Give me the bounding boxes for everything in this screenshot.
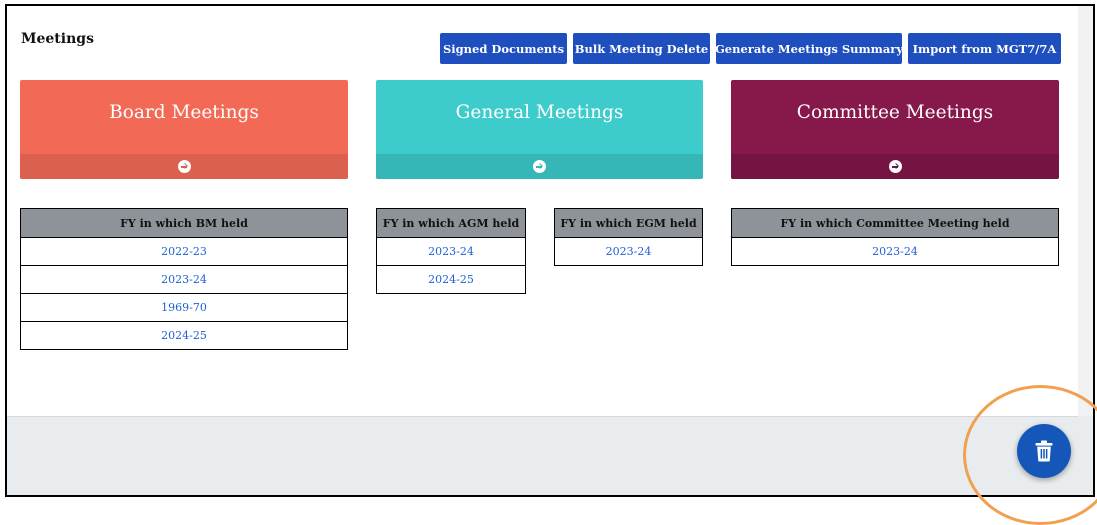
arrow-right-circle-icon [533, 160, 546, 173]
arrow-right-circle-icon [888, 160, 902, 173]
table-row: 2023-24 [554, 237, 703, 266]
trash-icon [1035, 440, 1053, 462]
table-row: 2024-25 [376, 265, 526, 294]
board-meetings-footer[interactable] [20, 154, 348, 179]
bm-fy-link[interactable]: 1969-70 [20, 293, 348, 322]
agm-fy-link[interactable]: 2024-25 [376, 265, 526, 294]
table-row: 1969-70 [20, 293, 348, 322]
import-from-mgt7-button[interactable]: Import from MGT7/7A [908, 33, 1061, 64]
bm-fy-link[interactable]: 2023-24 [20, 265, 348, 294]
signed-documents-button[interactable]: Signed Documents [440, 33, 567, 64]
bulk-meeting-delete-button[interactable]: Bulk Meeting Delete [573, 33, 710, 64]
app-frame: Meetings Signed Documents Bulk Meeting D… [5, 4, 1095, 497]
scrollbar[interactable] [1078, 6, 1093, 416]
table-row: 2022-23 [20, 237, 348, 266]
agm-fy-link[interactable]: 2023-24 [376, 237, 526, 266]
arrow-right-circle-icon [177, 160, 191, 173]
egm-fy-table: FY in which EGM held 2023-24 [554, 208, 703, 266]
general-meetings-footer[interactable] [376, 154, 703, 179]
egm-table-header: FY in which EGM held [554, 208, 703, 238]
committee-table-header: FY in which Committee Meeting held [731, 208, 1059, 238]
agm-table-header: FY in which AGM held [376, 208, 526, 238]
meetings-panel: Meetings Signed Documents Bulk Meeting D… [7, 6, 1078, 417]
table-row: 2023-24 [376, 237, 526, 266]
committee-meetings-tile[interactable]: Committee Meetings [731, 80, 1059, 179]
general-meetings-title: General Meetings [455, 102, 624, 123]
committee-meetings-title: Committee Meetings [796, 102, 994, 123]
board-meetings-title: Board Meetings [109, 102, 259, 123]
bm-fy-link[interactable]: 2024-25 [20, 321, 348, 350]
table-row: 2023-24 [731, 237, 1059, 266]
page-title: Meetings [21, 31, 94, 47]
egm-fy-link[interactable]: 2023-24 [554, 237, 703, 266]
board-meetings-tile[interactable]: Board Meetings [20, 80, 348, 179]
table-row: 2024-25 [20, 321, 348, 350]
general-meetings-tile[interactable]: General Meetings [376, 80, 703, 179]
bm-fy-link[interactable]: 2022-23 [20, 237, 348, 266]
committee-meetings-footer[interactable] [731, 154, 1059, 179]
bm-table-header: FY in which BM held [20, 208, 348, 238]
bm-fy-table: FY in which BM held 2022-23 2023-24 1969… [20, 208, 348, 350]
committee-fy-link[interactable]: 2023-24 [731, 237, 1059, 266]
delete-fab-button[interactable] [1017, 424, 1071, 478]
committee-fy-table: FY in which Committee Meeting held 2023-… [731, 208, 1059, 266]
generate-meetings-summary-button[interactable]: Generate Meetings Summary [715, 33, 903, 64]
agm-fy-table: FY in which AGM held 2023-24 2024-25 [376, 208, 526, 294]
table-row: 2023-24 [20, 265, 348, 294]
